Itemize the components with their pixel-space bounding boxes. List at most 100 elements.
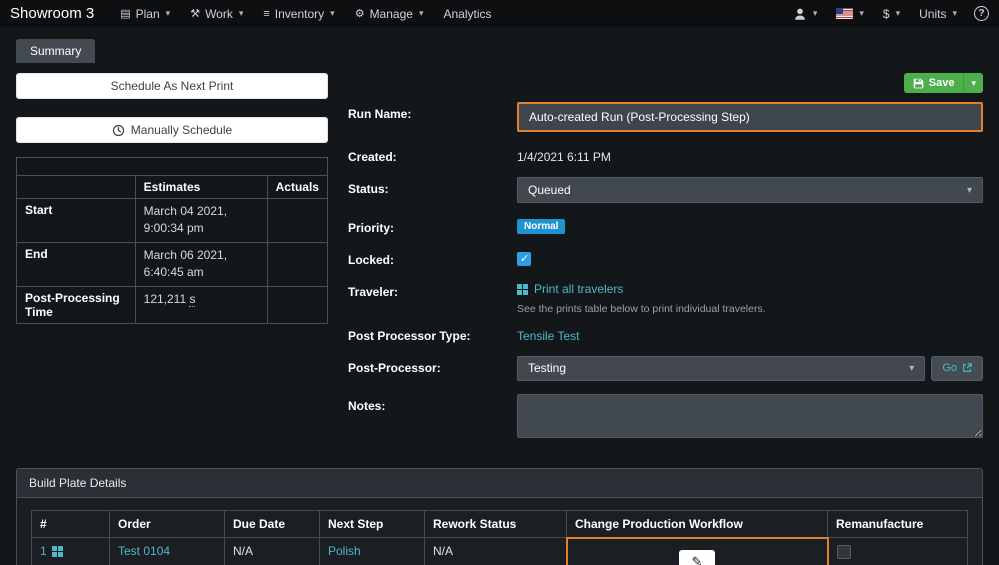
units-label: Units <box>919 7 946 21</box>
col-due-date: Due Date <box>225 510 320 538</box>
plate-number-link[interactable]: 1 <box>40 544 63 558</box>
menu-inventory[interactable]: ≡ Inventory <box>253 0 344 27</box>
app-brand[interactable]: Showroom 3 <box>10 5 94 22</box>
created-label: Created: <box>348 145 517 164</box>
start-actual-value <box>267 199 327 243</box>
order-link[interactable]: Test 0104 <box>118 544 170 558</box>
col-next-step: Next Step <box>320 510 425 538</box>
schedule-next-print-button[interactable]: Schedule As Next Print <box>16 73 328 99</box>
navbar-right: $ Units ? <box>791 6 989 21</box>
plan-icon: ▤ <box>120 7 130 20</box>
post-processing-time-label: Post-Processing Time <box>17 286 136 323</box>
tab-summary[interactable]: Summary <box>16 39 95 63</box>
start-estimate-value: March 04 2021, 9:00:34 pm <box>135 199 267 243</box>
estimates-table: Estimates Actuals Start March 04 2021, 9… <box>16 157 328 324</box>
external-link-icon <box>962 363 972 373</box>
save-button-label: Save <box>929 77 955 89</box>
locked-checkbox[interactable] <box>517 252 531 266</box>
manually-schedule-label: Manually Schedule <box>131 123 232 137</box>
col-change-production-workflow: Change Production Workflow <box>567 510 828 538</box>
menu-plan-label: Plan <box>136 7 160 21</box>
build-plate-header-row: # Order Due Date Next Step Rework Status… <box>32 510 968 538</box>
tab-bar: Summary <box>0 27 999 63</box>
notes-textarea[interactable] <box>517 394 983 438</box>
status-select[interactable]: Queued <box>517 177 983 203</box>
post-processor-type-label: Post Processor Type: <box>348 324 517 343</box>
estimates-table-caption <box>17 158 328 176</box>
start-row-label: Start <box>17 199 136 243</box>
plate-number: 1 <box>40 544 47 558</box>
schedule-column: Schedule As Next Print Manually Schedule… <box>16 73 328 438</box>
edit-workflow-button[interactable]: ✎ <box>679 550 715 565</box>
clock-icon <box>112 124 125 137</box>
col-rework-status: Rework Status <box>425 510 567 538</box>
next-step-link[interactable]: Polish <box>328 544 361 558</box>
save-icon <box>913 78 924 89</box>
post-processing-actual-value <box>267 286 327 323</box>
manually-schedule-button[interactable]: Manually Schedule <box>16 117 328 143</box>
main-menu: ▤ Plan ⚒ Work ≡ Inventory ⚙ Manage Analy… <box>110 0 501 27</box>
units-menu[interactable]: Units <box>917 7 959 21</box>
priority-label: Priority: <box>348 216 517 235</box>
post-processor-label: Post-Processor: <box>348 356 517 381</box>
run-detail-form: Save Run Name: Created: 1/4/2021 6:11 PM <box>348 73 983 438</box>
table-row: Start March 04 2021, 9:00:34 pm <box>17 199 328 243</box>
notes-label: Notes: <box>348 394 517 438</box>
end-estimate-value: March 06 2021, 6:40:45 am <box>135 242 267 286</box>
go-button-label: Go <box>942 362 957 374</box>
end-row-label: End <box>17 242 136 286</box>
col-remanufacture: Remanufacture <box>828 510 968 538</box>
post-processing-time-value: 121,211 s <box>135 286 267 323</box>
locked-label: Locked: <box>348 248 517 267</box>
remanufacture-checkbox[interactable] <box>837 545 851 559</box>
table-row: Post-Processing Time 121,211 s <box>17 286 328 323</box>
menu-plan[interactable]: ▤ Plan <box>110 0 180 27</box>
actuals-header: Actuals <box>267 176 327 199</box>
go-button[interactable]: Go <box>931 356 983 381</box>
menu-work[interactable]: ⚒ Work <box>180 0 253 27</box>
menu-manage[interactable]: ⚙ Manage <box>345 0 434 27</box>
page-content: Schedule As Next Print Manually Schedule… <box>0 63 999 565</box>
schedule-next-print-label: Schedule As Next Print <box>111 79 234 93</box>
user-menu[interactable] <box>791 7 820 21</box>
traveler-hint: See the prints table below to print indi… <box>517 303 983 315</box>
app-root: Showroom 3 ▤ Plan ⚒ Work ≡ Inventory ⚙ M… <box>0 0 999 565</box>
post-processor-type-link[interactable]: Tensile Test <box>517 329 579 343</box>
post-processor-selected-value: Testing <box>528 361 566 375</box>
table-row: End March 06 2021, 6:40:45 am <box>17 242 328 286</box>
work-icon: ⚒ <box>190 7 200 20</box>
end-actual-value <box>267 242 327 286</box>
rework-status-value: N/A <box>425 538 567 565</box>
save-dropdown-toggle[interactable] <box>963 73 983 93</box>
grid-icon <box>52 546 63 557</box>
save-button[interactable]: Save <box>904 73 983 93</box>
us-flag-icon <box>836 8 853 19</box>
help-icon[interactable]: ? <box>974 6 989 21</box>
grid-icon <box>517 284 528 295</box>
status-label: Status: <box>348 177 517 203</box>
build-plate-table: # Order Due Date Next Step Rework Status… <box>31 510 968 565</box>
table-row: 1 Test 0104 N/A Polish N/A <box>32 538 968 565</box>
top-navbar: Showroom 3 ▤ Plan ⚒ Work ≡ Inventory ⚙ M… <box>0 0 999 27</box>
post-processor-select[interactable]: Testing <box>517 356 925 381</box>
priority-badge: Normal <box>517 219 565 234</box>
col-num: # <box>32 510 110 538</box>
print-all-travelers-link[interactable]: Print all travelers <box>517 280 623 296</box>
language-menu[interactable] <box>834 8 866 19</box>
currency-menu[interactable]: $ <box>881 7 902 21</box>
col-order: Order <box>110 510 225 538</box>
inventory-icon: ≡ <box>263 8 269 20</box>
build-plate-panel: Build Plate Details # Order Due Date Nex… <box>16 468 983 565</box>
change-production-workflow-cell: ✎ <box>567 538 828 565</box>
run-name-label: Run Name: <box>348 102 517 132</box>
status-selected-value: Queued <box>528 183 571 197</box>
menu-analytics-label: Analytics <box>443 7 491 21</box>
due-date-value: N/A <box>225 538 320 565</box>
menu-analytics[interactable]: Analytics <box>433 0 501 27</box>
menu-inventory-label: Inventory <box>275 7 324 21</box>
print-all-travelers-label: Print all travelers <box>534 282 623 296</box>
estimates-header: Estimates <box>135 176 267 199</box>
run-name-input[interactable] <box>517 102 983 132</box>
traveler-label: Traveler: <box>348 280 517 315</box>
build-plate-panel-title: Build Plate Details <box>17 469 982 498</box>
